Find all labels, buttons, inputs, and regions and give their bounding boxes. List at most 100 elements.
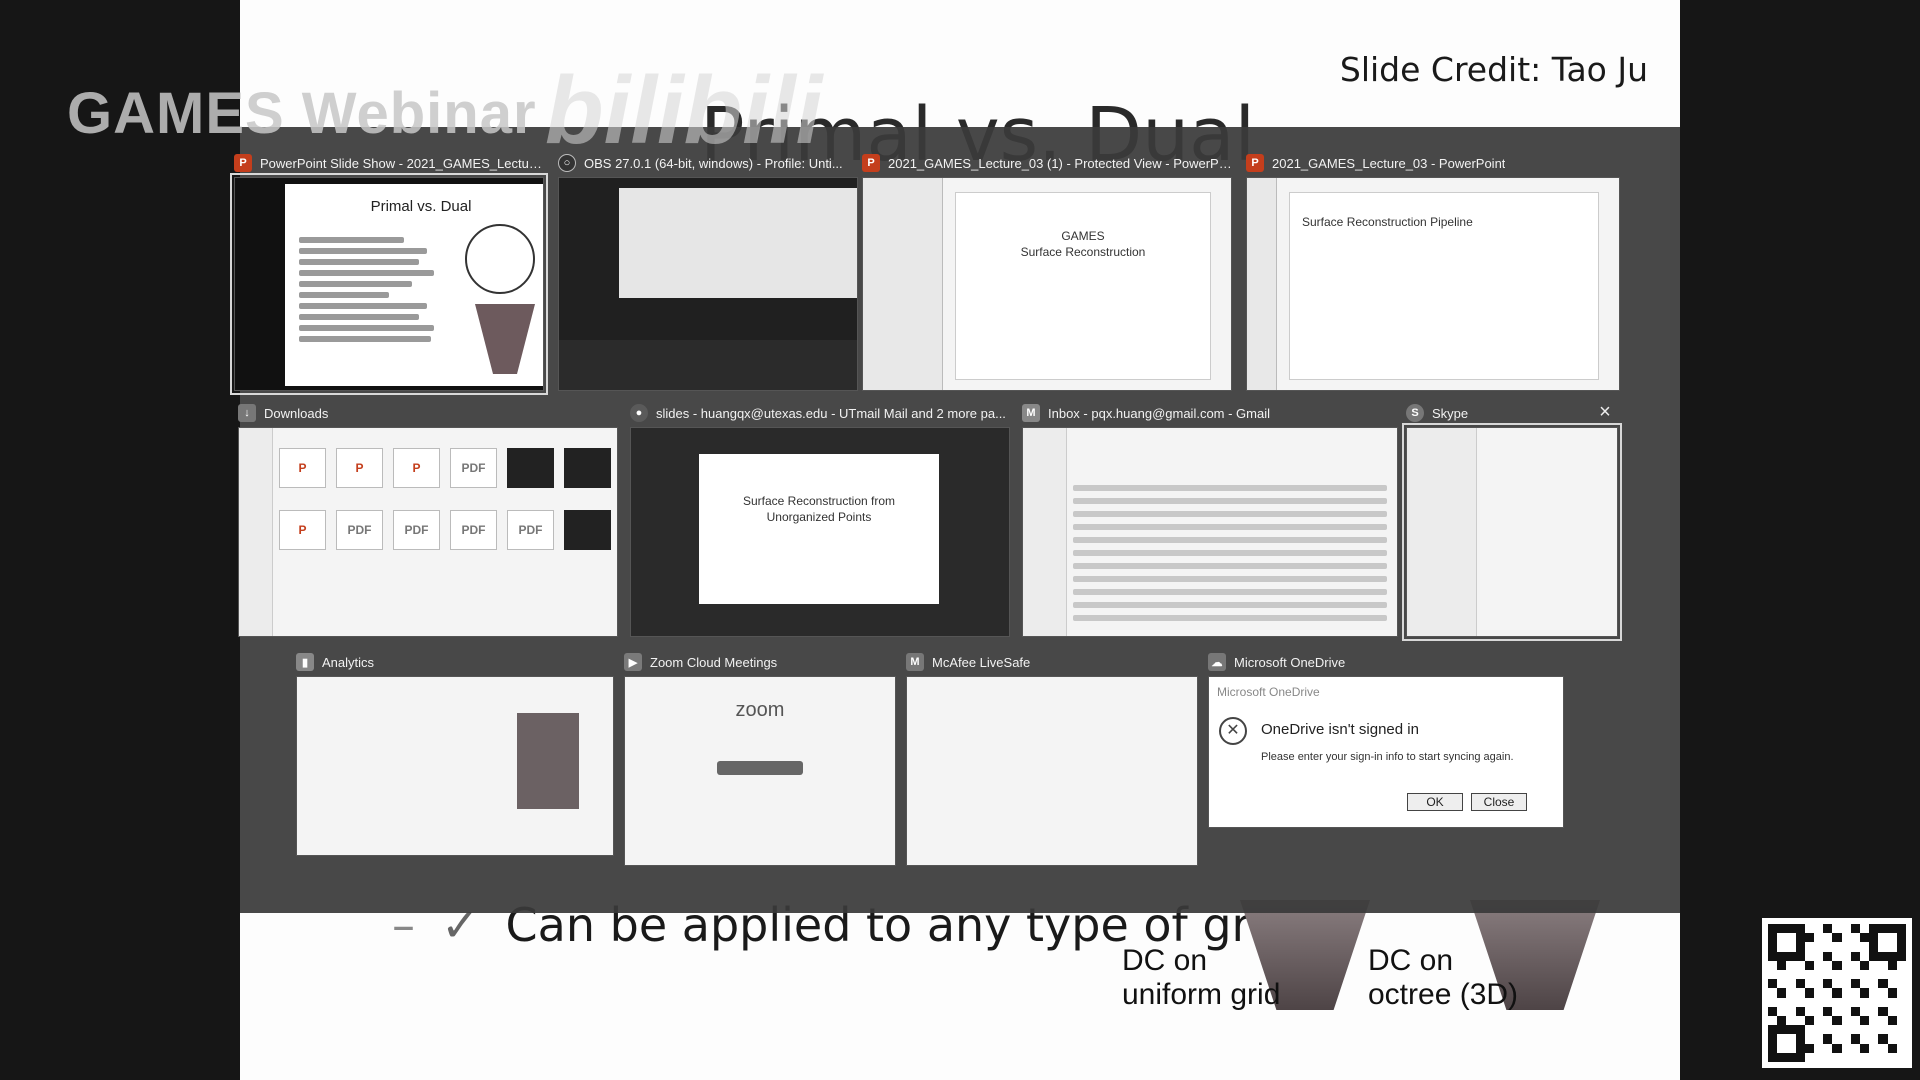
qr-module: [1841, 969, 1851, 980]
qr-module: [1887, 1052, 1897, 1062]
bilibili-logo: bilibili: [545, 57, 823, 164]
qr-module: [1795, 942, 1805, 952]
window-mcafee[interactable]: M McAfee LiveSafe: [906, 648, 1198, 866]
window-obs[interactable]: ○ OBS 27.0.1 (64-bit, windows) - Profile…: [558, 149, 858, 391]
qr-module: [1804, 1015, 1814, 1026]
qr-module: [1804, 951, 1814, 961]
qr-module: [1878, 1025, 1888, 1035]
qr-module: [1832, 1043, 1842, 1053]
window-thumbnail[interactable]: [906, 676, 1198, 866]
qr-module: [1896, 1034, 1906, 1044]
qr-module: [1795, 969, 1805, 980]
window-powerpoint-protected[interactable]: P 2021_GAMES_Lecture_03 (1) - Protected …: [862, 149, 1232, 391]
qr-module: [1813, 1034, 1824, 1044]
games-webinar-watermark: GAMES Webinar: [67, 81, 537, 146]
join-meeting-button[interactable]: [717, 761, 803, 775]
qr-module: [1823, 1052, 1833, 1062]
file-icon[interactable]: PDF: [450, 510, 497, 550]
qr-module: [1786, 969, 1796, 980]
qr-module: [1795, 951, 1805, 961]
window-thumbnail[interactable]: zoom: [624, 676, 896, 866]
window-title: Microsoft OneDrive: [1234, 654, 1346, 670]
figure-label-line: DC on: [1122, 944, 1208, 977]
qr-module: [1786, 988, 1796, 998]
powerpoint-icon: P: [234, 154, 252, 172]
file-icon[interactable]: [507, 448, 554, 488]
file-icon[interactable]: P: [336, 448, 383, 488]
qr-module: [1850, 1034, 1860, 1044]
qr-module: [1795, 1043, 1805, 1053]
qr-module: [1804, 988, 1814, 998]
window-thumbnail[interactable]: [296, 676, 614, 856]
window-title: 2021_GAMES_Lecture_03 - PowerPoint: [1272, 155, 1506, 171]
figure-label-uniform: DC on uniform grid: [1122, 944, 1280, 1012]
qr-module: [1878, 933, 1888, 943]
window-title: slides - huangqx@utexas.edu - UTmail Mai…: [656, 405, 1006, 421]
thumbnail-cone: [475, 304, 535, 374]
window-thumbnail[interactable]: [1022, 427, 1398, 637]
file-icon[interactable]: PDF: [507, 510, 554, 550]
qr-module: [1777, 951, 1787, 961]
window-thumbnail[interactable]: Surface Reconstruction Pipeline: [1246, 177, 1620, 391]
window-downloads[interactable]: ↓ Downloads P P P PDF P PDF PDF PDF PDF: [238, 399, 618, 637]
qr-module: [1768, 942, 1778, 952]
file-icon[interactable]: P: [279, 510, 326, 550]
window-powerpoint[interactable]: P 2021_GAMES_Lecture_03 - PowerPoint Sur…: [1246, 149, 1620, 391]
window-thumbnail[interactable]: [1402, 423, 1622, 641]
close-button[interactable]: Close: [1471, 793, 1527, 811]
qr-module: [1859, 951, 1870, 961]
file-icon[interactable]: PDF: [450, 448, 497, 488]
slide-panel: [1247, 178, 1277, 390]
file-icon[interactable]: [564, 448, 611, 488]
file-icon[interactable]: PDF: [393, 510, 440, 550]
qr-module: [1841, 1043, 1851, 1053]
qr-module: [1813, 960, 1824, 970]
window-thumbnail[interactable]: Surface Reconstruction from Unorganized …: [630, 427, 1010, 637]
window-thumbnail[interactable]: Primal vs. Dual: [230, 173, 548, 395]
window-onedrive[interactable]: ☁ Microsoft OneDrive Microsoft OneDrive …: [1208, 648, 1564, 828]
qr-module: [1878, 997, 1888, 1007]
window-utmail[interactable]: ● slides - huangqx@utexas.edu - UTmail M…: [630, 399, 1010, 637]
qr-module: [1887, 988, 1897, 998]
file-icon[interactable]: [564, 510, 611, 550]
qr-module: [1832, 979, 1842, 989]
qr-module: [1795, 979, 1805, 989]
file-icon[interactable]: P: [393, 448, 440, 488]
window-thumbnail[interactable]: P P P PDF P PDF PDF PDF PDF: [238, 427, 618, 637]
powerpoint-icon: P: [862, 154, 880, 172]
qr-module: [1795, 988, 1805, 998]
window-titlebar: S Skype: [1406, 399, 1618, 427]
slide-credit: Slide Credit: Tao Ju: [1339, 50, 1648, 89]
qr-module: [1777, 960, 1787, 970]
window-powerpoint-slideshow[interactable]: P PowerPoint Slide Show - 2021_GAMES_Lec…: [230, 149, 548, 395]
thumbnail-sphere-grid: [465, 224, 535, 294]
qr-module: [1823, 942, 1833, 952]
window-thumbnail[interactable]: Microsoft OneDrive ✕ OneDrive isn't sign…: [1208, 676, 1564, 828]
window-zoom[interactable]: ▶ Zoom Cloud Meetings zoom: [624, 648, 896, 866]
qr-module: [1850, 1015, 1860, 1026]
qr-module: [1768, 997, 1778, 1007]
powerpoint-icon: P: [1246, 154, 1264, 172]
qr-module: [1841, 988, 1851, 998]
window-analytics[interactable]: ▮ Analytics: [296, 648, 614, 856]
window-thumbnail[interactable]: GAMES Surface Reconstruction: [862, 177, 1232, 391]
qr-module: [1786, 924, 1796, 934]
close-icon[interactable]: ×: [1594, 401, 1616, 423]
qr-module: [1859, 1043, 1870, 1053]
window-skype[interactable]: S Skype ×: [1402, 399, 1622, 641]
qr-module: [1823, 1025, 1833, 1035]
qr-module: [1850, 960, 1860, 970]
file-icon[interactable]: P: [279, 448, 326, 488]
qr-module: [1777, 933, 1787, 943]
gmail-icon: M: [1022, 404, 1040, 422]
qr-module: [1869, 1025, 1879, 1035]
window-thumbnail[interactable]: [558, 177, 858, 391]
qr-module: [1896, 979, 1906, 989]
pdf-text: Unorganized Points: [766, 510, 872, 524]
file-icon[interactable]: PDF: [336, 510, 383, 550]
window-gmail[interactable]: M Inbox - pqx.huang@gmail.com - Gmail: [1022, 399, 1398, 637]
window-titlebar: ☁ Microsoft OneDrive: [1208, 648, 1564, 676]
qr-module: [1786, 1034, 1796, 1044]
qr-module: [1832, 1006, 1842, 1016]
ok-button[interactable]: OK: [1407, 793, 1463, 811]
